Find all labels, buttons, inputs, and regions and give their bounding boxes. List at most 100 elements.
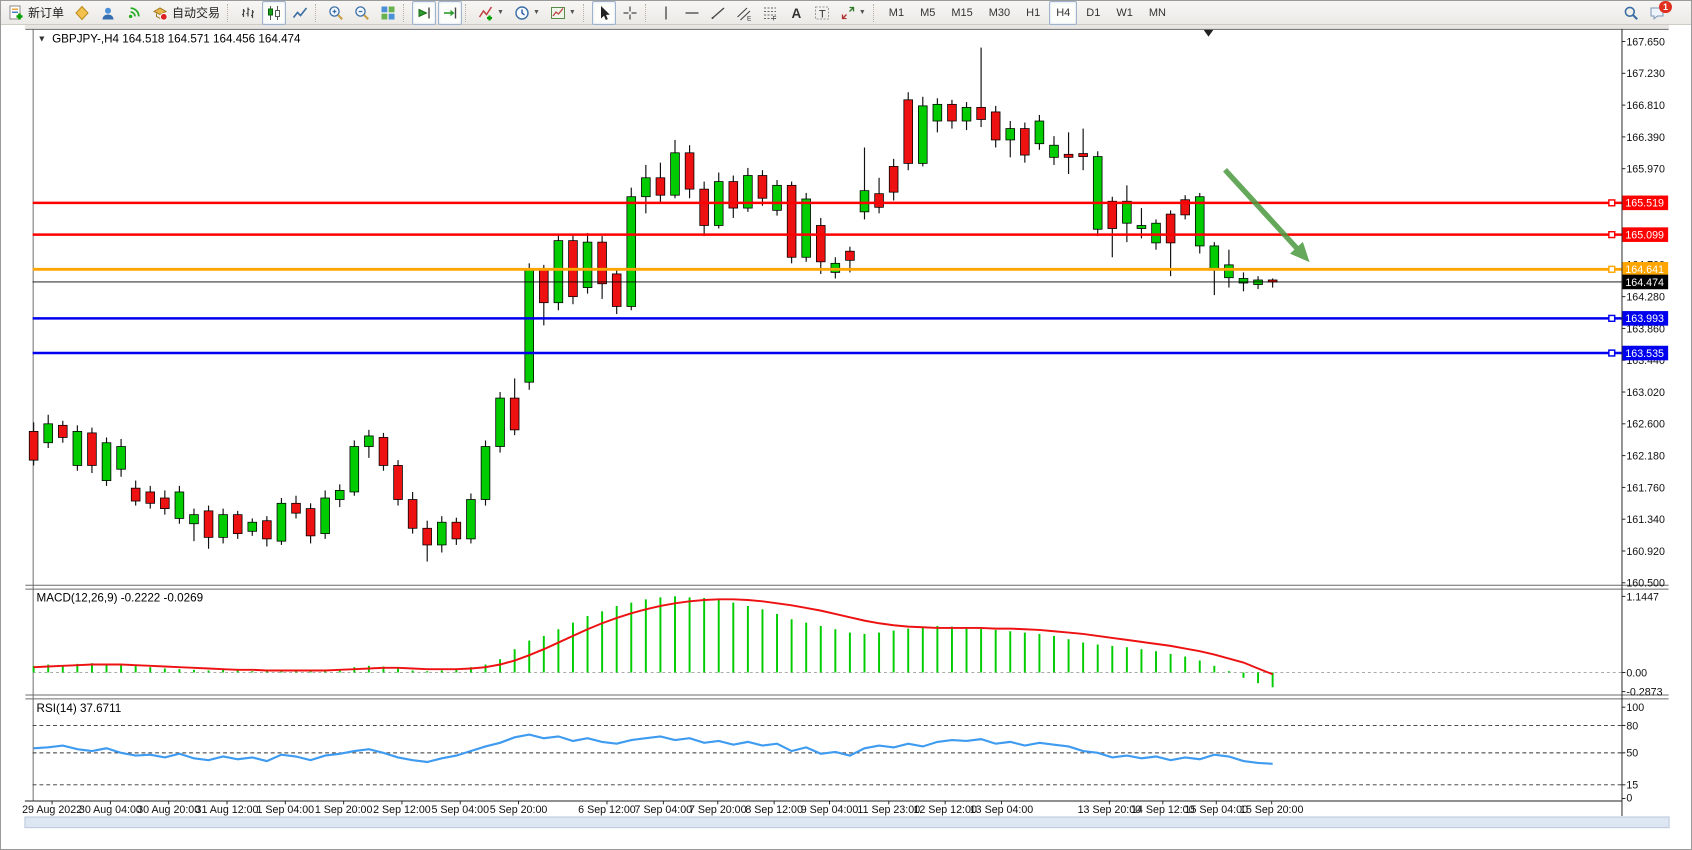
candle-body	[350, 447, 359, 492]
timeframe-mn-button[interactable]: MN	[1142, 1, 1173, 25]
candle-body	[860, 191, 869, 212]
line-chart-button[interactable]	[288, 1, 312, 25]
label-button[interactable]: T	[810, 1, 834, 25]
time-tick-label: 1 Sep 04:00	[257, 804, 315, 816]
candle-body	[481, 447, 490, 500]
support-line-2-handle[interactable]	[1609, 350, 1615, 356]
price-chart-plot[interactable]	[33, 29, 1622, 585]
candle-body	[1166, 214, 1175, 243]
candle-body	[962, 107, 971, 121]
pivot-line-handle[interactable]	[1609, 266, 1615, 272]
svg-text:165.519: 165.519	[1625, 198, 1664, 210]
chevron-down-icon[interactable]: ▼	[38, 34, 47, 44]
resistance-line-2-handle[interactable]	[1609, 232, 1615, 238]
timeframe-h1-button[interactable]: H1	[1019, 1, 1047, 25]
candle-body	[1006, 129, 1015, 140]
community-button[interactable]	[96, 1, 120, 25]
trendline-button[interactable]	[706, 1, 730, 25]
channel-button[interactable]: E	[732, 1, 756, 25]
new-order-button-label: 新订单	[28, 4, 64, 21]
timeframe-m15-button[interactable]: M15	[944, 1, 979, 25]
chat-button[interactable]: 1	[1645, 1, 1682, 25]
resistance-line-1-handle[interactable]	[1609, 200, 1615, 206]
tile-windows-button[interactable]	[376, 1, 400, 25]
fibonacci-button[interactable]: F	[758, 1, 782, 25]
candle-body	[88, 433, 97, 466]
chart-shift-button[interactable]	[438, 1, 462, 25]
candle-body	[758, 176, 767, 199]
autotrading-button[interactable]: 自动交易	[148, 1, 224, 25]
rsi-tick-label: 15	[1626, 780, 1638, 792]
candle-body	[219, 515, 228, 538]
candle-body	[394, 465, 403, 499]
cursor-button[interactable]	[592, 1, 616, 25]
svg-text:164.641: 164.641	[1625, 264, 1664, 276]
chevron-down-icon[interactable]: ▼	[859, 9, 866, 16]
candle-body	[29, 431, 38, 460]
signals-button[interactable]	[122, 1, 146, 25]
timeframe-m5-button[interactable]: M5	[913, 1, 942, 25]
crosshair-button[interactable]	[618, 1, 642, 25]
timeframe-m30-button[interactable]: M30	[982, 1, 1017, 25]
horizontal-line-button[interactable]	[680, 1, 704, 25]
auto-scroll-button[interactable]	[412, 1, 436, 25]
svg-text:165.099: 165.099	[1625, 230, 1664, 242]
time-tick-label: 29 Aug 2022	[22, 804, 82, 816]
new-order-button[interactable]: 新订单	[4, 1, 68, 25]
timeframe-m1-button[interactable]: M1	[882, 1, 911, 25]
price-tick-label: 167.230	[1626, 68, 1665, 80]
crosshair-icon	[622, 5, 638, 21]
vertical-line-button[interactable]	[654, 1, 678, 25]
rsi-indicator-label: RSI(14) 37.6711	[37, 702, 122, 715]
chart-title: GBPJPY-,H4 164.518 164.571 164.456 164.4…	[52, 32, 301, 45]
text-button[interactable]: A	[784, 1, 808, 25]
chevron-down-icon[interactable]: ▼	[497, 9, 504, 16]
toolbar-separator	[403, 4, 409, 22]
zoom-out-button[interactable]	[350, 1, 374, 25]
indicators-button[interactable]: ▼	[474, 1, 508, 25]
price-tick-label: 162.180	[1626, 450, 1665, 462]
candle-body	[204, 511, 213, 537]
cursor-icon	[596, 5, 612, 21]
candle-body	[933, 104, 942, 121]
candle-body	[1093, 157, 1102, 230]
templates-button[interactable]: ▼	[546, 1, 580, 25]
label-icon: T	[814, 5, 830, 21]
time-tick-label: 12 Sep 12:00	[913, 804, 977, 816]
clock-icon	[514, 5, 530, 21]
candlestick-button[interactable]	[262, 1, 286, 25]
periods-button[interactable]: ▼	[510, 1, 544, 25]
svg-text:F: F	[772, 15, 776, 21]
candle-body	[190, 515, 199, 524]
candle-body	[1225, 265, 1234, 278]
candle-body	[700, 189, 709, 225]
price-tick-label: 165.970	[1626, 164, 1665, 176]
timeframe-d1-button[interactable]: D1	[1079, 1, 1107, 25]
autotrading-icon	[152, 5, 168, 21]
price-tick-label: 161.340	[1626, 514, 1665, 526]
chevron-down-icon[interactable]: ▼	[569, 9, 576, 16]
search-icon	[1623, 5, 1639, 21]
chart-window[interactable]: 167.650167.230166.810166.390165.970164.7…	[1, 25, 1692, 850]
support-line-1-handle[interactable]	[1609, 315, 1615, 321]
candle-body	[889, 166, 898, 192]
candle-body	[612, 274, 621, 307]
macd-tick-label: -0.2873	[1626, 686, 1662, 698]
rsi-tick-label: 0	[1626, 792, 1632, 804]
timeframe-w1-button[interactable]: W1	[1109, 1, 1140, 25]
metaeditor-icon	[74, 5, 90, 21]
chevron-down-icon[interactable]: ▼	[533, 9, 540, 16]
price-tick-label: 160.500	[1626, 578, 1665, 590]
timeframe-h4-button[interactable]: H4	[1049, 1, 1077, 25]
candle-body	[875, 194, 884, 208]
rsi-tick-label: 80	[1626, 720, 1638, 732]
candle-body	[816, 225, 825, 261]
search-button[interactable]	[1619, 1, 1643, 25]
bar-chart-button[interactable]	[236, 1, 260, 25]
arrows-button[interactable]: ▼	[836, 1, 870, 25]
community-icon	[100, 5, 116, 21]
metaeditor-button[interactable]	[70, 1, 94, 25]
zoom-in-button[interactable]	[324, 1, 348, 25]
timeframe-toolbar: M1M5M15M30H1H4D1W1MN	[881, 1, 1174, 25]
time-tick-label: 15 Sep 20:00	[1240, 804, 1304, 816]
